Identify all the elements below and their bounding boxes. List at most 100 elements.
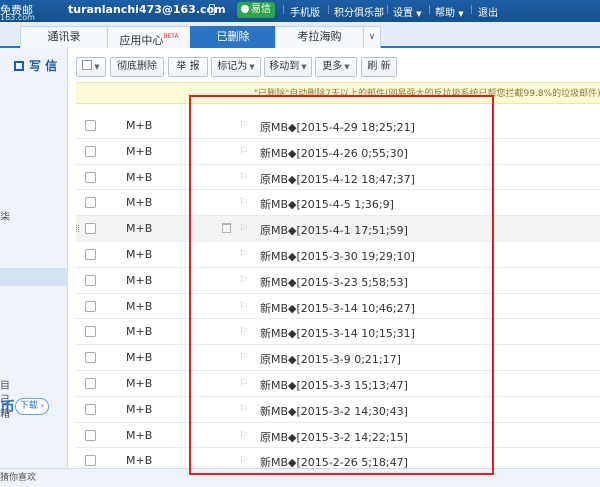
tab-contacts[interactable]: 通讯录 — [20, 26, 108, 48]
flag-icon[interactable]: ⚐ — [239, 455, 248, 466]
mail-checkbox[interactable] — [85, 171, 96, 183]
mail-row[interactable]: M+B ⚐ 原MB◆[2015-4-1 17;51;59] — [76, 216, 600, 242]
mobile-icon[interactable] — [209, 4, 215, 15]
select-all-checkbox[interactable] — [82, 60, 93, 70]
mail-checkbox[interactable] — [85, 429, 96, 441]
flag-icon[interactable]: ⚐ — [239, 120, 248, 131]
mail-row[interactable]: M+B ⚐ 新MB◆[2015-4-5 1;36;9] — [76, 190, 600, 217]
mark-as-dropdown[interactable]: 标记为 ▼ — [211, 57, 261, 77]
mail-checkbox[interactable] — [85, 248, 96, 260]
sidebar-item-selected[interactable] — [0, 268, 68, 286]
select-all-dropdown[interactable]: ▼ — [76, 57, 106, 77]
mail-subject[interactable]: 原MB◆[2015-4-29 18;25;21] — [260, 119, 415, 135]
mail-subject[interactable]: 新MB◆[2015-3-3 15;13;47] — [260, 377, 408, 393]
help-label: 帮助 — [435, 8, 455, 19]
drag-handle-icon[interactable] — [76, 225, 79, 233]
delete-permanently-button[interactable]: 彻底删除 — [110, 57, 164, 77]
mail-subject[interactable]: 新MB◆[2015-4-26 0;55;30] — [260, 145, 408, 161]
download-button[interactable]: 下载 › — [15, 398, 49, 415]
sidebar-item-fragment[interactable]: 箱 — [0, 405, 10, 420]
mail-checkbox[interactable] — [85, 455, 96, 467]
mail-sender: M+B — [126, 376, 153, 390]
mail-row[interactable]: M+B ⚐ 原MB◆[2015-4-12 18;47;37] — [76, 165, 600, 191]
mobile-link[interactable]: 手机版 — [290, 4, 320, 19]
beta-badge: BETA — [163, 33, 179, 40]
flag-icon[interactable]: ⚐ — [239, 146, 248, 157]
flag-icon[interactable]: ⚐ — [239, 223, 248, 234]
mail-checkbox[interactable] — [85, 377, 96, 389]
account-email[interactable]: turanlanchi473@163.com — [68, 3, 226, 16]
help-link[interactable]: 帮助 ▼ — [435, 4, 464, 19]
mail-subject[interactable]: 新MB◆[2015-4-5 1;36;9] — [260, 196, 394, 212]
flag-icon[interactable]: ⚐ — [239, 352, 248, 363]
more-dropdown[interactable]: 更多 ▼ — [315, 57, 357, 77]
logout-link[interactable]: 退出 — [478, 4, 498, 19]
mail-row[interactable]: M+B ⚐ 原MB◆[2015-3-2 14;22;15] — [76, 423, 600, 449]
tab-kaola[interactable]: 考拉海购 — [275, 26, 364, 48]
mail-row[interactable]: M+B ⚐ 新MB◆[2015-3-2 14;30;43] — [76, 397, 600, 423]
mail-row[interactable]: M+B ⚐ 新MB◆[2015-3-30 19;29;10] — [76, 242, 600, 268]
flag-icon[interactable]: ⚐ — [239, 172, 248, 183]
mail-checkbox[interactable] — [85, 300, 96, 312]
mail-row[interactable]: M+B ⚐ 新MB◆[2015-3-3 15;13;47] — [76, 371, 600, 397]
yixin-label: 易信 — [251, 4, 271, 15]
mail-sender: M+B — [126, 428, 153, 442]
mail-checkbox[interactable] — [85, 352, 96, 364]
flag-icon[interactable]: ⚐ — [239, 378, 248, 389]
settings-link[interactable]: 设置 ▼ — [393, 4, 422, 19]
mail-sender: M+B — [126, 351, 153, 365]
mail-row[interactable]: M+B ⚐ 新MB◆[2015-4-26 0;55;30] — [76, 139, 600, 165]
flag-icon[interactable]: ⚐ — [239, 326, 248, 337]
mail-row[interactable]: M+B ⚐ 新MB◆[2015-3-14 10;46;27] — [76, 294, 600, 320]
flag-icon[interactable]: ⚐ — [239, 301, 248, 312]
tab-app-center[interactable]: 应用中心BETA — [107, 26, 191, 48]
sidebar-item-fragment[interactable]: 目 — [0, 377, 10, 392]
report-button[interactable]: 举 报 — [168, 57, 208, 77]
sidebar-item-fragment[interactable]: 己 — [0, 391, 10, 406]
mail-subject[interactable]: 新MB◆[2015-3-30 19;29;10] — [260, 248, 415, 264]
flag-icon[interactable]: ⚐ — [239, 197, 248, 208]
mail-row[interactable]: M+B ⚐ 原MB◆[2015-3-9 0;21;17] — [76, 345, 600, 371]
trash-icon[interactable] — [222, 223, 231, 234]
chevron-down-icon: ▼ — [344, 63, 350, 71]
tab-deleted[interactable]: 已删除 — [190, 26, 276, 48]
mail-row[interactable]: M+B ⚐ 新MB◆[2015-3-14 10;15;31] — [76, 319, 600, 346]
flag-icon[interactable]: ⚐ — [239, 249, 248, 260]
flag-icon[interactable]: ⚐ — [239, 275, 248, 286]
download-label: 下载 — [19, 401, 38, 411]
move-to-label: 移动到 — [269, 61, 300, 72]
mail-subject[interactable]: 新MB◆[2015-3-14 10;15;31] — [260, 325, 415, 341]
mail-row[interactable]: M+B ⚐ 原MB◆[2015-4-29 18;25;21] — [76, 113, 600, 139]
mail-checkbox[interactable] — [85, 274, 96, 286]
mail-subject[interactable]: 原MB◆[2015-4-12 18;47;37] — [260, 171, 415, 187]
mail-row[interactable]: M+B ⚐ 新MB◆[2015-3-23 5;58;53] — [76, 268, 600, 294]
compose-button[interactable]: 写 信 — [0, 54, 68, 78]
footer-recommendations[interactable]: 猜你喜欢 — [0, 468, 600, 487]
chevron-down-icon: ∨ — [368, 32, 376, 42]
mail-checkbox[interactable] — [85, 326, 96, 338]
club-link[interactable]: 积分俱乐部 — [334, 4, 384, 19]
tab-more-button[interactable]: ∨ — [363, 26, 381, 48]
mail-checkbox[interactable] — [85, 145, 96, 157]
mail-subject[interactable]: 新MB◆[2015-3-2 14;30;43] — [260, 403, 408, 419]
compose-icon — [14, 61, 24, 71]
mail-checkbox[interactable] — [85, 223, 96, 235]
mail-checkbox[interactable] — [85, 197, 96, 209]
mail-list: M+B ⚐ 原MB◆[2015-4-29 18;25;21] M+B ⚐ 新MB◆[201… — [76, 113, 600, 475]
mail-subject[interactable]: 新MB◆[2015-3-23 5;58;53] — [260, 274, 408, 290]
mail-subject[interactable]: 新MB◆[2015-3-14 10;46;27] — [260, 300, 415, 316]
mail-checkbox[interactable] — [85, 120, 96, 131]
flag-icon[interactable]: ⚐ — [239, 430, 248, 441]
more-label: 更多 — [322, 61, 343, 72]
refresh-button[interactable]: 刷 新 — [361, 57, 397, 77]
mail-checkbox[interactable] — [85, 403, 96, 415]
mail-subject[interactable]: 原MB◆[2015-3-9 0;21;17] — [260, 351, 401, 367]
mail-subject[interactable]: 原MB◆[2015-3-2 14;22;15] — [260, 429, 408, 445]
flag-icon[interactable]: ⚐ — [239, 404, 248, 415]
tab-label: 通讯录 — [47, 30, 81, 43]
yixin-button[interactable]: 易信 — [237, 2, 275, 18]
chevron-down-icon: ▼ — [249, 63, 255, 71]
mail-subject[interactable]: 原MB◆[2015-4-1 17;51;59] — [260, 222, 408, 238]
sidebar-item-fragment[interactable]: 柒 — [0, 208, 10, 223]
move-to-dropdown[interactable]: 移动到 ▼ — [264, 57, 312, 77]
